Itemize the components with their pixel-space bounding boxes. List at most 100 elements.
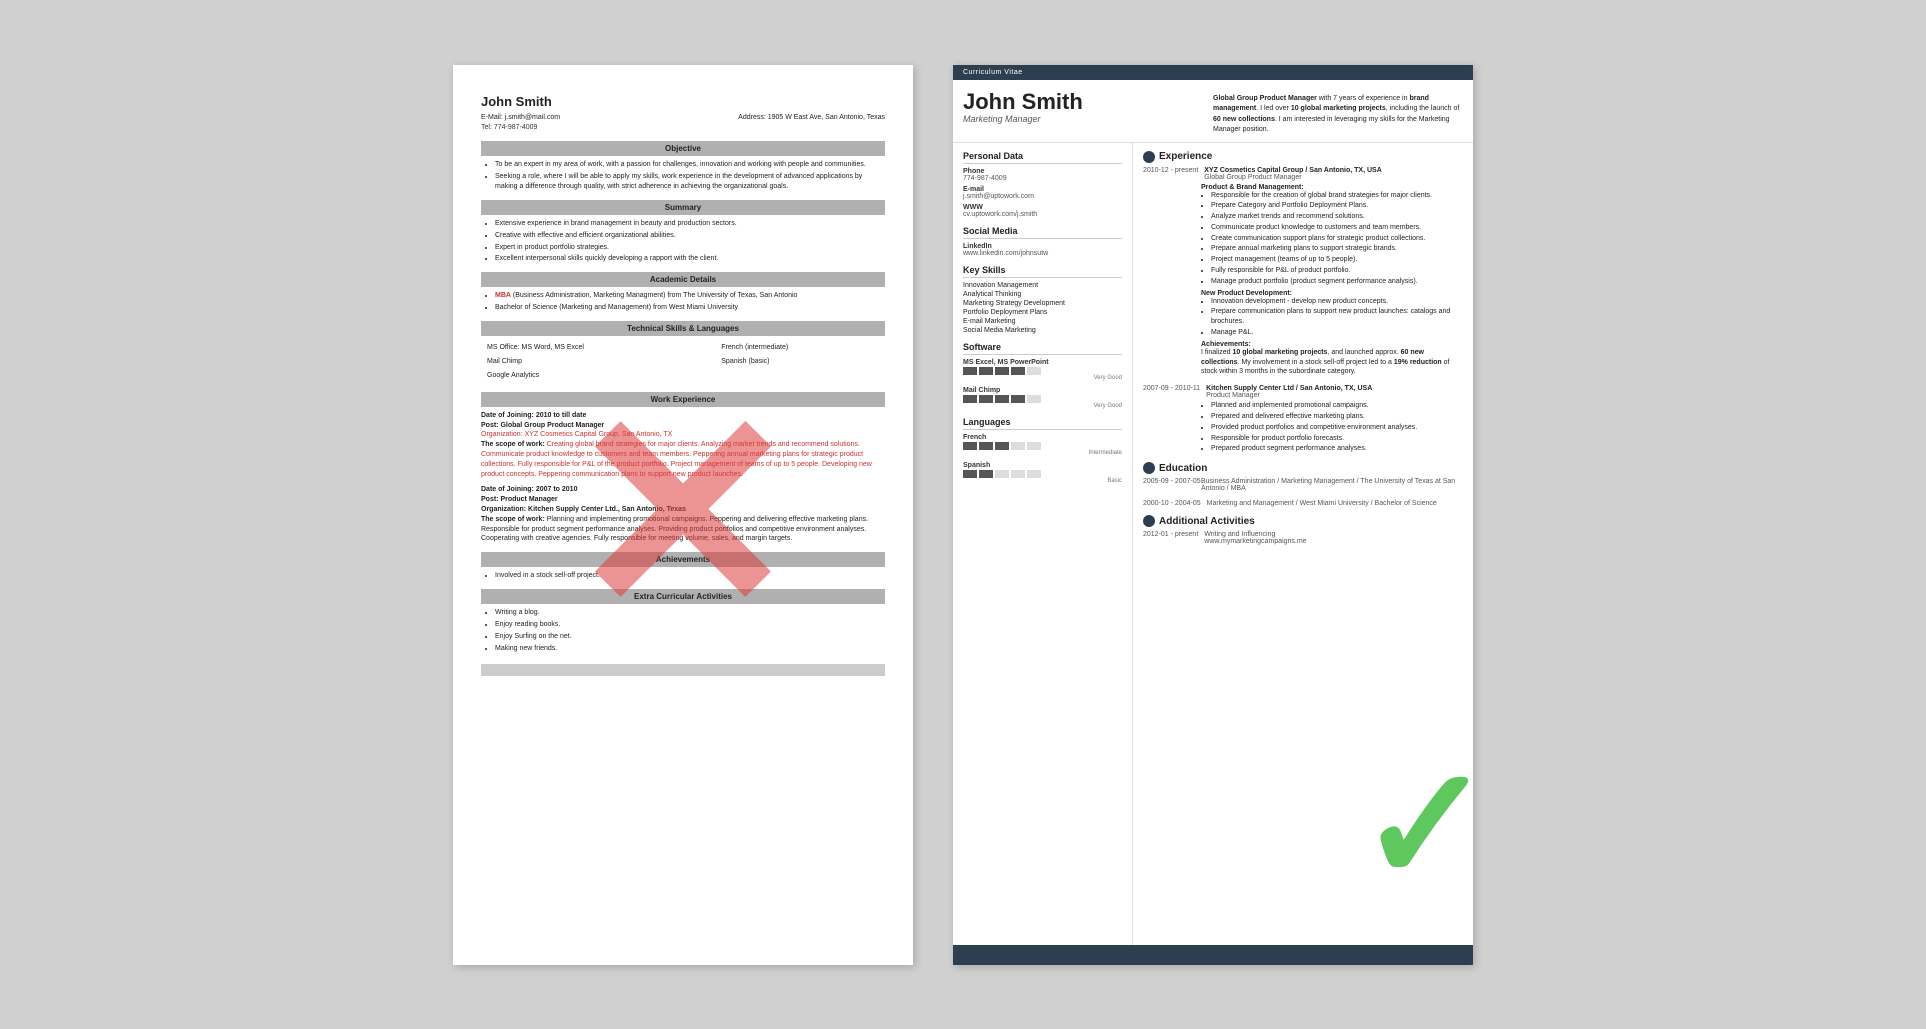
scope-label-2: The scope of work: bbox=[481, 516, 545, 523]
work-entry-1: Date of Joining: 2010 to till date Post:… bbox=[481, 411, 885, 480]
work-scope-1: The scope of work: Creating global brand… bbox=[481, 440, 885, 479]
edu-entry-1: 2005-09 - 2007-05 Business Administratio… bbox=[1143, 478, 1463, 492]
achievements-list: Involved in a stock sell-off project. bbox=[481, 571, 885, 581]
edu-header-2: 2000-10 - 2004-05 Marketing and Manageme… bbox=[1143, 500, 1463, 507]
bar-block bbox=[1027, 367, 1041, 375]
personal-data-title: Personal Data bbox=[963, 151, 1122, 164]
b1-2: Prepare Category and Portfolio Deploymen… bbox=[1211, 201, 1463, 211]
work-org-1: Organization: XYZ Cosmetics Capital Grou… bbox=[481, 430, 885, 440]
exp-org-role-1: XYZ Cosmetics Capital Group / San Antoni… bbox=[1204, 167, 1381, 181]
language-1: French Intermediate bbox=[963, 434, 1122, 456]
objective-header: Objective bbox=[481, 141, 885, 156]
b1-5: Create communication support plans for s… bbox=[1211, 234, 1463, 244]
b1-9: Manage product portfolio (product segmen… bbox=[1211, 277, 1463, 287]
additional-title: Additional Activities bbox=[1143, 515, 1463, 527]
bar-block bbox=[979, 367, 993, 375]
bar-block bbox=[963, 442, 977, 450]
software-name-1: MS Excel, MS PowerPoint bbox=[963, 359, 1122, 366]
summary-list: Extensive experience in brand management… bbox=[481, 219, 885, 264]
experience-title: Experience bbox=[1143, 151, 1463, 163]
skill-google: Google Analytics bbox=[483, 370, 715, 382]
linkedin-value: www.linkedin.com/johnsutw bbox=[963, 250, 1122, 257]
software-item-1: MS Excel, MS PowerPoint Very Good bbox=[963, 359, 1122, 381]
summary-item-4: Excellent interpersonal skills quickly d… bbox=[495, 254, 885, 264]
extra-header: Extra Curricular Activities bbox=[481, 589, 885, 604]
phone-label: Phone bbox=[963, 168, 1122, 175]
objective-item-2: Seeking a role, where I will be able to … bbox=[495, 172, 885, 192]
bar-block bbox=[979, 470, 993, 478]
exp-entry-1: 2010-12 - present XYZ Cosmetics Capital … bbox=[1143, 167, 1463, 378]
skills-title: Key Skills bbox=[963, 265, 1122, 278]
edu-icon bbox=[1143, 462, 1155, 474]
exp-entry-2: 2007-09 - 2010-11 Kitchen Supply Center … bbox=[1143, 385, 1463, 454]
add-header-1: 2012-01 - present Writing and Influencin… bbox=[1143, 531, 1463, 545]
exp-dates-2: 2007-09 - 2010-11 bbox=[1143, 385, 1200, 399]
cv-top-bar: Curriculum Vitae bbox=[953, 65, 1473, 80]
b3-4: Responsible for product portfolio foreca… bbox=[1211, 434, 1463, 444]
right-right-col: Experience 2010-12 - present XYZ Cosmeti… bbox=[1133, 143, 1473, 945]
skills-table: MS Office: MS Word, MS Excel French (int… bbox=[481, 340, 885, 383]
skill-3: Marketing Strategy Development bbox=[963, 300, 1122, 307]
lang-label-2: Basic bbox=[963, 478, 1122, 484]
right-left-col: Personal Data Phone 774-987-4009 E-mail … bbox=[953, 143, 1133, 945]
language-2: Spanish Basic bbox=[963, 462, 1122, 484]
exp-header-1: 2010-12 - present XYZ Cosmetics Capital … bbox=[1143, 167, 1463, 181]
left-resume: John Smith E-Mail: j.smith@mail.com Addr… bbox=[453, 65, 913, 965]
summary-header: Summary bbox=[481, 200, 885, 215]
right-job-title: Marketing Manager bbox=[963, 114, 1213, 124]
email-label-r: E-mail bbox=[963, 186, 1122, 193]
bar-block bbox=[1027, 470, 1041, 478]
bar-block bbox=[963, 395, 977, 403]
achievement-item-1: Involved in a stock sell-off project. bbox=[495, 571, 885, 581]
software-label-1: Very Good bbox=[963, 375, 1122, 381]
left-resume-wrapper: John Smith E-Mail: j.smith@mail.com Addr… bbox=[453, 65, 913, 965]
bullets-1: Responsible for the creation of global b… bbox=[1201, 191, 1463, 287]
academic-header: Academic Details bbox=[481, 272, 885, 287]
bullets-3: Planned and implemented promotional camp… bbox=[1201, 401, 1463, 454]
skill-2: Analytical Thinking bbox=[963, 291, 1122, 298]
extra-list: Writing a blog. Enjoy reading books. Enj… bbox=[481, 608, 885, 653]
academic-item-1: MBA (Business Administration, Marketing … bbox=[495, 291, 885, 301]
extra-item-1: Writing a blog. bbox=[495, 608, 885, 618]
bar-block bbox=[1011, 367, 1025, 375]
sub-heading-2: New Product Development: bbox=[1201, 290, 1463, 297]
bar-block bbox=[995, 367, 1009, 375]
technical-header: Technical Skills & Languages bbox=[481, 321, 885, 336]
skill-1: Innovation Management bbox=[963, 282, 1122, 289]
software-bar-1 bbox=[963, 367, 1122, 375]
skill-french: French (intermediate) bbox=[717, 342, 883, 354]
mba-label: MBA bbox=[495, 292, 511, 299]
summary-text: Global Group Product Manager with 7 year… bbox=[1213, 95, 1459, 134]
lang-label-1: Intermediate bbox=[963, 450, 1122, 456]
bar-block bbox=[1027, 395, 1041, 403]
bar-block bbox=[979, 395, 993, 403]
exp-role-1: Global Group Product Manager bbox=[1204, 174, 1381, 181]
cv-label: Curriculum Vitae bbox=[963, 69, 1023, 76]
add-activity: Writing and Influencing bbox=[1204, 531, 1306, 538]
bar-block bbox=[1011, 395, 1025, 403]
b1-4: Communicate product knowledge to custome… bbox=[1211, 223, 1463, 233]
work-org-2: Organization: Kitchen Supply Center Ltd.… bbox=[481, 505, 885, 515]
extra-item-2: Enjoy reading books. bbox=[495, 620, 885, 630]
edu-dates-2: 2000-10 - 2004-05 bbox=[1143, 500, 1201, 507]
exp-org-1: XYZ Cosmetics Capital Group / San Antoni… bbox=[1204, 167, 1381, 174]
edu-dates-1: 2005-09 - 2007-05 bbox=[1143, 478, 1195, 492]
www-value: cv.uptowork.com/j.smith bbox=[963, 211, 1122, 218]
add-icon bbox=[1143, 515, 1155, 527]
b1-6: Prepare annual marketing plans to suppor… bbox=[1211, 244, 1463, 254]
software-label-2: Very Good bbox=[963, 403, 1122, 409]
achievements-header: Achievements bbox=[481, 552, 885, 567]
skill-mailchimp: Mail Chimp bbox=[483, 356, 715, 368]
academic-list: MBA (Business Administration, Marketing … bbox=[481, 291, 885, 313]
b3-5: Prepared product segment performance ana… bbox=[1211, 444, 1463, 454]
summary-item-1: Extensive experience in brand management… bbox=[495, 219, 885, 229]
exp-dates-1: 2010-12 - present bbox=[1143, 167, 1198, 181]
left-email: E-Mail: j.smith@mail.com bbox=[481, 113, 560, 123]
bar-block bbox=[963, 367, 977, 375]
b1-8: Fully responsible for P&L of product por… bbox=[1211, 266, 1463, 276]
bar-block bbox=[995, 395, 1009, 403]
linkedin-label: LinkedIn bbox=[963, 243, 1122, 250]
edu-desc-2: Marketing and Management / West Miami Un… bbox=[1207, 500, 1437, 507]
exp-header-2: 2007-09 - 2010-11 Kitchen Supply Center … bbox=[1143, 385, 1463, 399]
exp-org-2: Kitchen Supply Center Ltd / San Antonio,… bbox=[1206, 385, 1372, 392]
